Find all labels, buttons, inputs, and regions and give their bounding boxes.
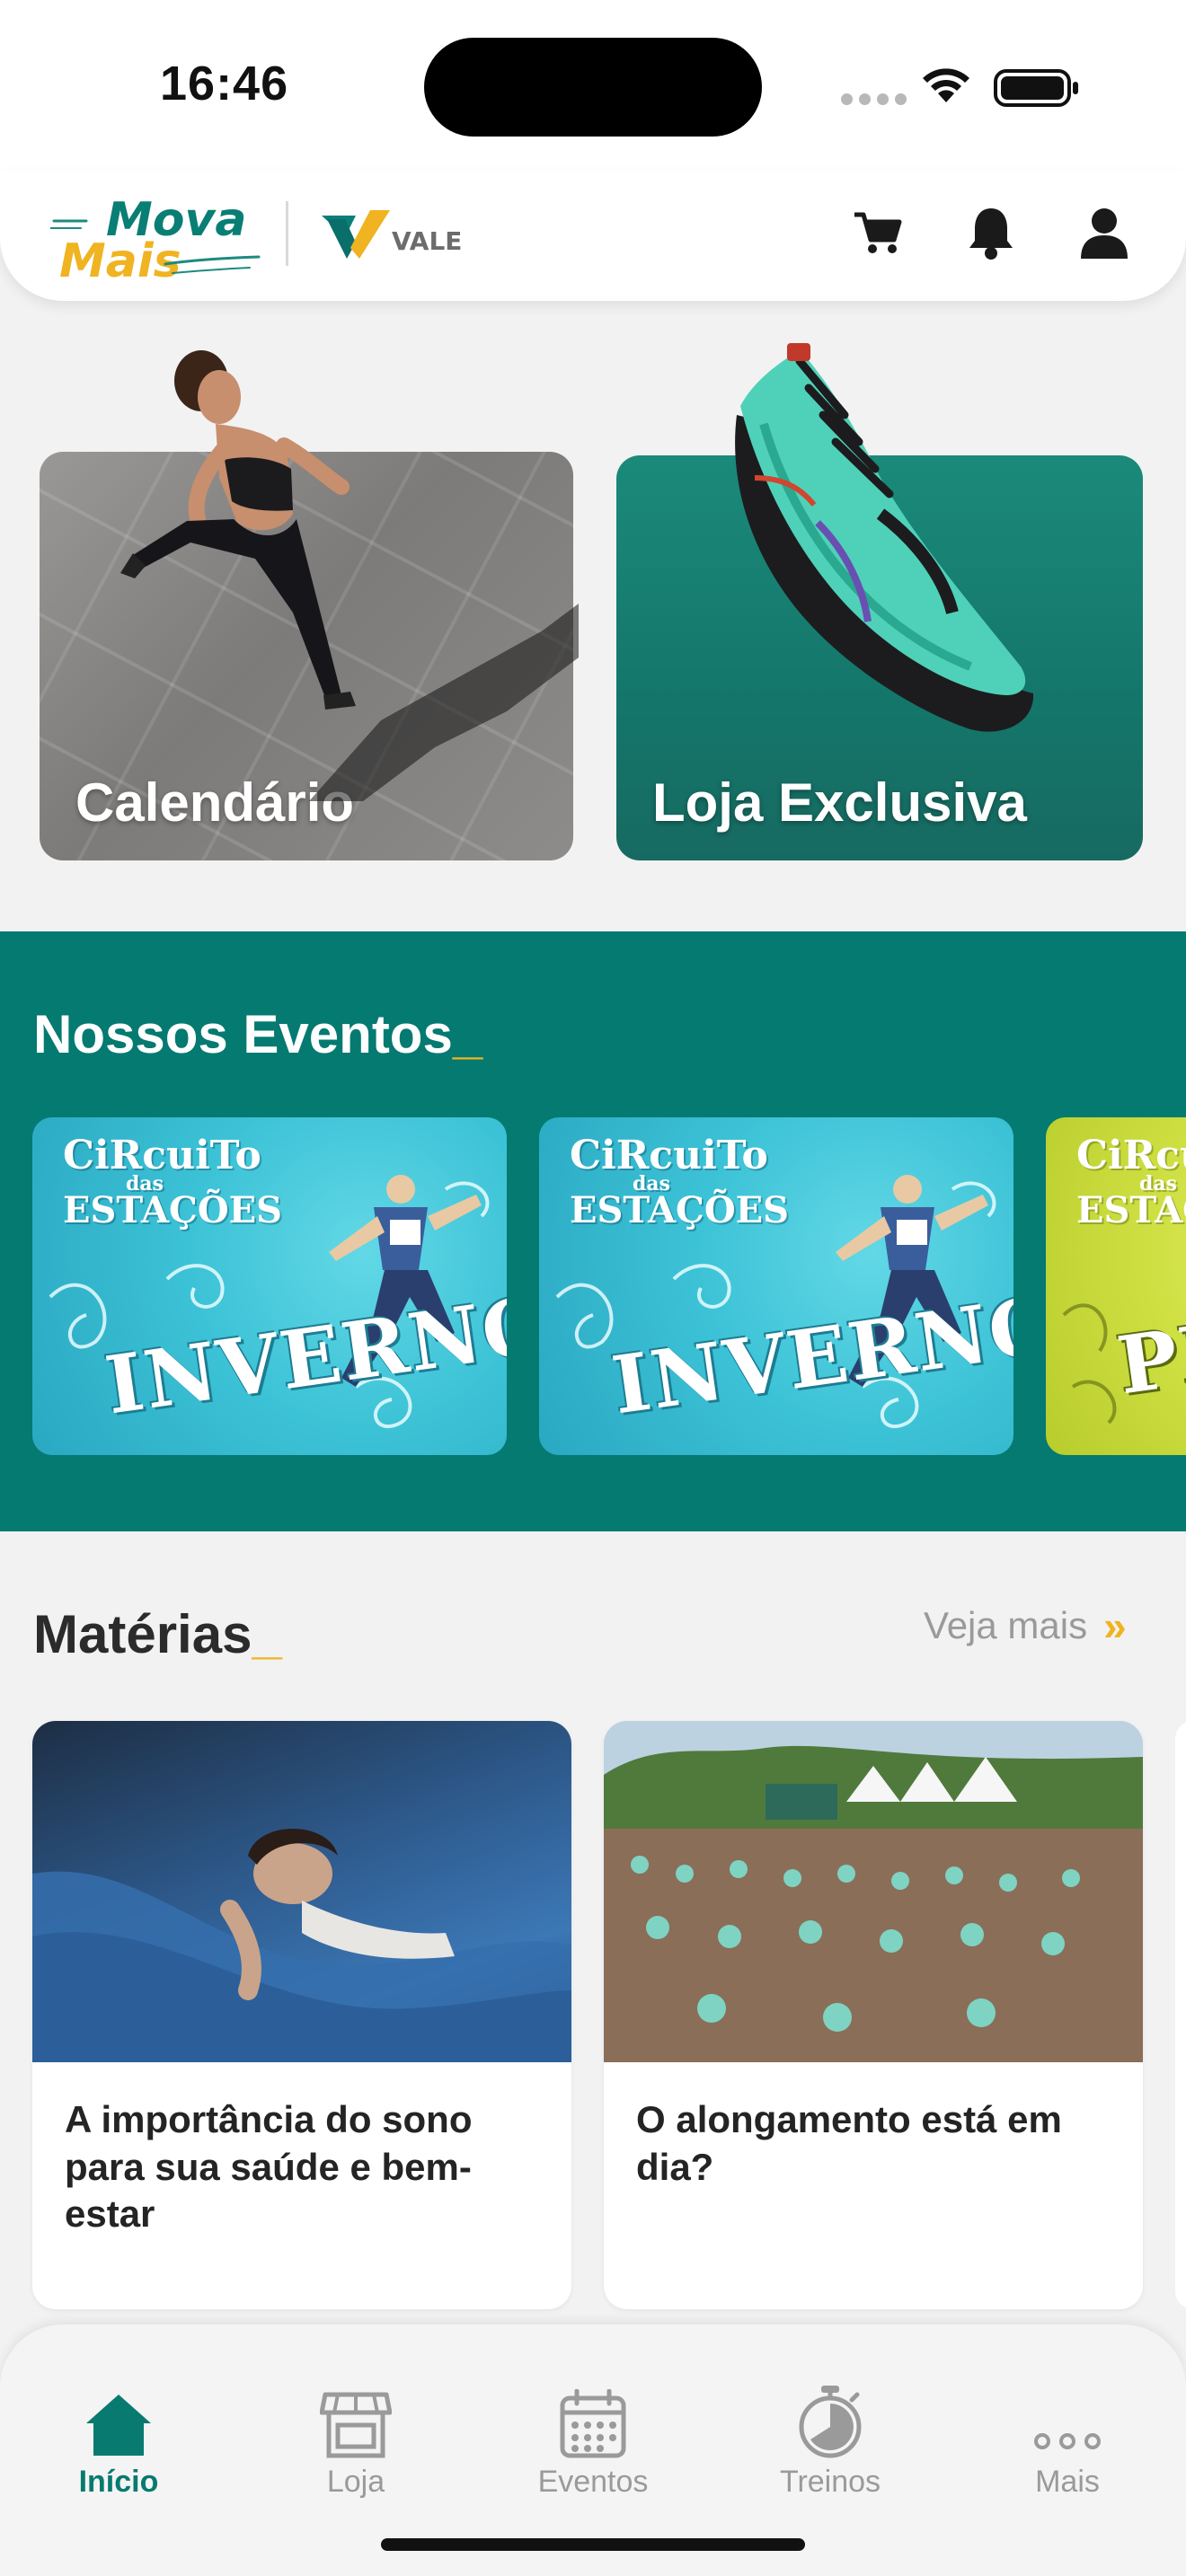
- vale-logo: VALE: [322, 210, 462, 259]
- see-more-label: Veja mais: [924, 1604, 1088, 1646]
- article-card[interactable]: A importância do sono para sua saúde e b…: [32, 1721, 571, 2309]
- article-title: O alongamento está em dia?: [636, 2098, 1062, 2188]
- status-time: 16:46: [160, 57, 289, 110]
- event-card[interactable]: CiRcuiTodasESTAÇÕES PRI: [1046, 1117, 1186, 1455]
- runner-photo: [120, 350, 579, 801]
- tab-label: Início: [78, 2465, 159, 2499]
- see-more-link[interactable]: Veja mais »: [924, 1601, 1127, 1650]
- tab-inicio[interactable]: Início: [38, 2378, 199, 2500]
- tab-label: Treinos: [779, 2465, 881, 2499]
- logo-divider: [286, 201, 288, 266]
- article-title: A importância do sono para sua saúde e b…: [65, 2098, 473, 2235]
- tab-mais[interactable]: Mais: [987, 2378, 1148, 2500]
- article-image-stretching: [604, 1721, 1143, 2062]
- tab-loja[interactable]: Loja: [275, 2378, 437, 2500]
- wifi-icon: [923, 68, 969, 102]
- event-brand: CiRcuiTodasESTAÇÕES: [570, 1133, 790, 1231]
- calendar-icon: [512, 2378, 674, 2459]
- more-dots-icon: [987, 2378, 1148, 2459]
- tab-label: Loja: [326, 2465, 385, 2499]
- app-header: Mova Mais VALE: [0, 171, 1186, 301]
- tab-treinos[interactable]: Treinos: [749, 2378, 911, 2500]
- store-card-label: Loja Exclusiva: [652, 772, 1027, 833]
- article-card[interactable]: O alongamento está em dia?: [604, 1721, 1143, 2309]
- articles-section-title: Matérias_: [33, 1604, 282, 1664]
- event-card[interactable]: CiRcuiTo das ESTAÇÕES INVERNO: [32, 1117, 507, 1455]
- tab-label: Mais: [1035, 2465, 1100, 2499]
- dynamic-island: [424, 38, 762, 137]
- tab-label: Eventos: [537, 2465, 649, 2499]
- store-icon: [275, 2378, 437, 2459]
- cellular-signal-icon: [841, 93, 907, 105]
- running-shoe-photo: [735, 343, 1034, 732]
- svg-text:VALE: VALE: [392, 226, 462, 256]
- app-screen: 16:46 Mova Mais VALE Calendário Loja Exc…: [0, 0, 1186, 2576]
- status-bar: 16:46: [0, 0, 1186, 171]
- tab-eventos[interactable]: Eventos: [512, 2378, 674, 2500]
- home-icon: [38, 2378, 199, 2459]
- double-chevron-right-icon: »: [1103, 1602, 1127, 1649]
- event-card[interactable]: CiRcuiTo das ESTAÇÕES INVERNO: [539, 1117, 1013, 1455]
- svg-text:Mais: Mais: [59, 234, 181, 286]
- user-icon[interactable]: [1075, 203, 1134, 262]
- article-image-sleep: [32, 1721, 571, 2062]
- event-brand: CiRcuiTodasESTAÇÕES: [1076, 1133, 1186, 1231]
- events-section: Nossos Eventos_ CiRcuiTo das ESTAÇÕES IN…: [0, 931, 1186, 1531]
- events-section-title: Nossos Eventos_: [33, 1004, 483, 1064]
- home-indicator[interactable]: [381, 2538, 805, 2551]
- cart-icon[interactable]: [848, 203, 907, 262]
- bell-icon[interactable]: [961, 203, 1021, 262]
- mova-mais-logo[interactable]: Mova Mais: [50, 187, 262, 286]
- battery-icon: [994, 69, 1078, 107]
- event-brand: CiRcuiTodasESTAÇÕES: [63, 1133, 283, 1231]
- stopwatch-icon: [749, 2378, 911, 2459]
- article-card-peek[interactable]: [1175, 1721, 1186, 2309]
